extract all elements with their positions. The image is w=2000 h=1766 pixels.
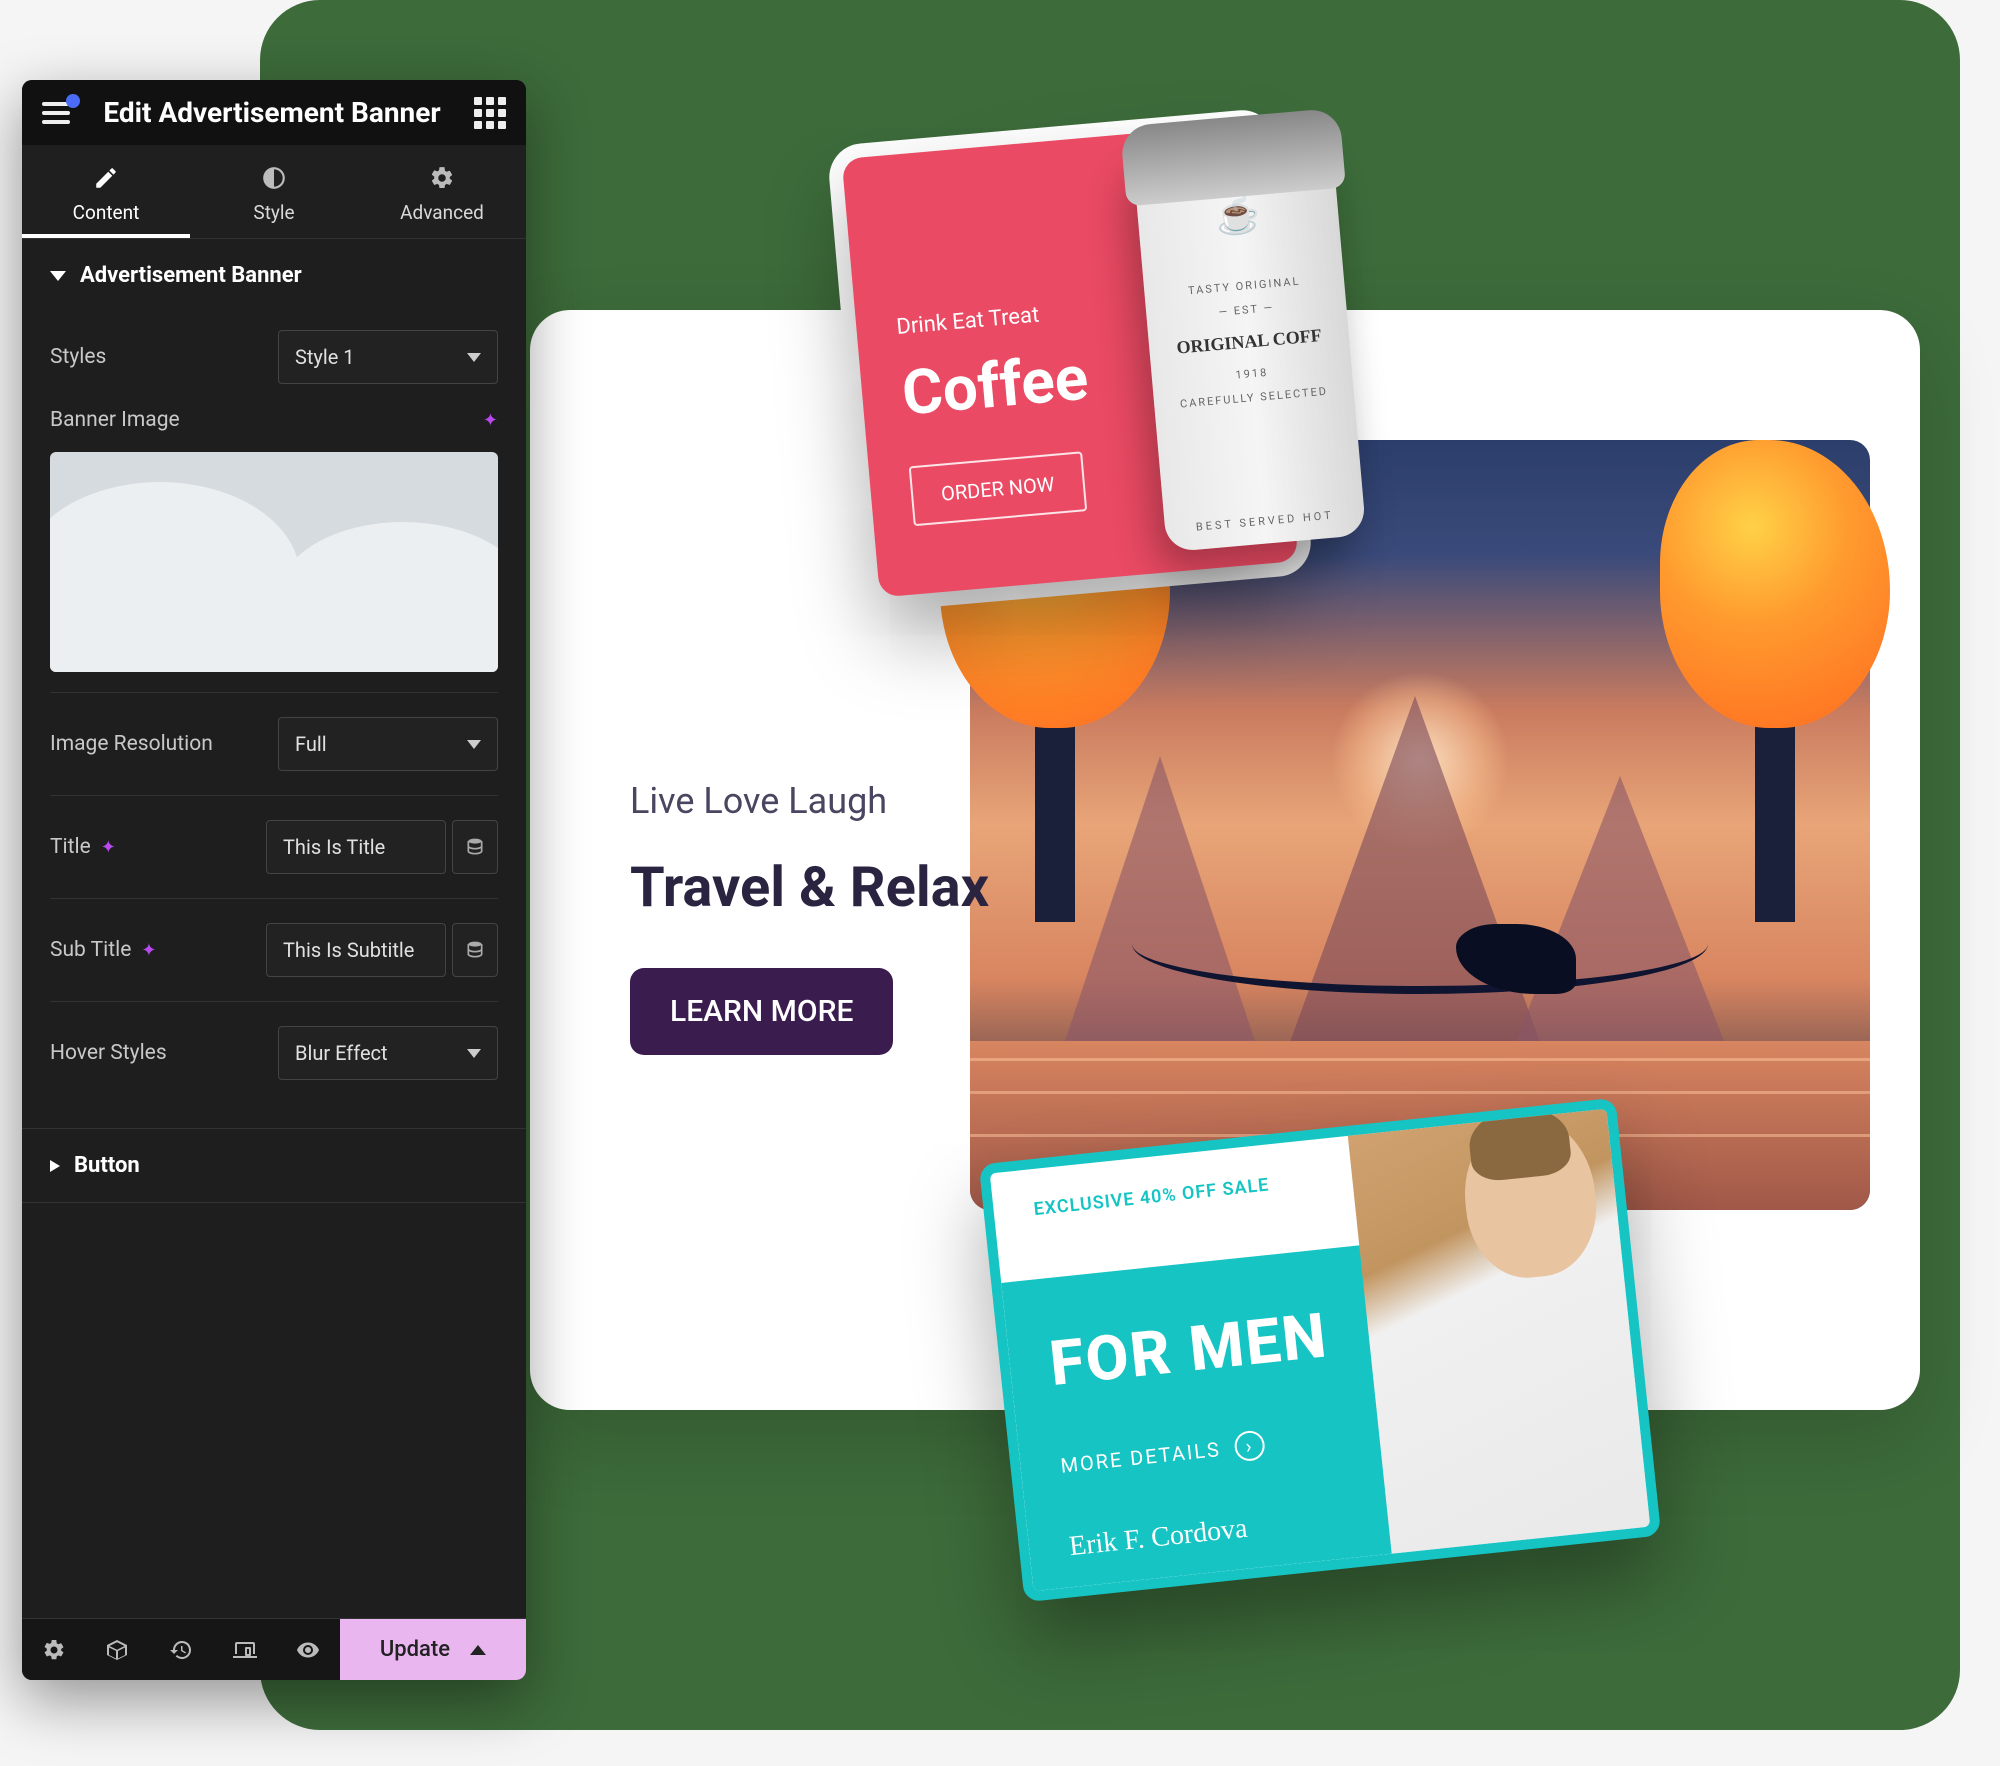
styles-value: Style 1 [295,345,355,369]
chevron-down-icon [467,740,481,749]
styles-select[interactable]: Style 1 [278,330,498,384]
update-label: Update [380,1637,450,1662]
tree-right-illustration [1660,440,1890,920]
travel-title: Travel & Relax [630,854,989,920]
cup-brand: ORIGINAL COFF [1148,314,1351,371]
subtitle-label: Sub Title ✦ [50,938,156,962]
section-advertisement-banner[interactable]: Advertisement Banner [22,238,526,312]
contrast-icon [261,165,287,191]
learn-more-button[interactable]: LEARN MORE [630,968,893,1055]
tab-advanced[interactable]: Advanced [358,145,526,238]
coffee-cup-illustration: ☕ TASTY ORIGINAL — EST — ORIGINAL COFF 1… [1132,136,1366,552]
dynamic-tags-icon[interactable]: ✦ [101,837,116,858]
chevron-down-icon [467,353,481,362]
travel-subtitle: Live Love Laugh [630,780,989,822]
menu-icon[interactable] [42,102,70,124]
chevron-down-icon [50,271,66,281]
pencil-icon [93,165,119,191]
more-details-label: MORE DETAILS [1059,1437,1221,1478]
cup-tagline2: CAREFULLY SELECTED [1179,385,1328,411]
dynamic-tags-icon[interactable]: ✦ [483,410,498,431]
responsive-icon[interactable] [213,1619,277,1680]
editor-panel: Edit Advertisement Banner Content Style … [22,80,526,1680]
dynamic-database-icon[interactable] [452,923,498,977]
apps-grid-icon[interactable] [474,97,506,129]
tab-advanced-label: Advanced [400,201,484,224]
notification-dot [66,94,80,108]
settings-icon[interactable] [22,1619,86,1680]
dynamic-database-icon[interactable] [452,820,498,874]
banner-image-label: Banner Image [50,408,180,432]
travel-banner-text: Live Love Laugh Travel & Relax LEARN MOR… [630,780,989,1055]
navigator-icon[interactable] [86,1619,150,1680]
section-banner-label: Advertisement Banner [80,263,302,288]
section-button-label: Button [74,1153,140,1178]
image-resolution-label: Image Resolution [50,732,213,756]
coffee-banner-card: Drink Eat Treat Coffee ORDER NOW ☕ TASTY… [842,123,1299,598]
arrow-right-icon: › [1233,1429,1266,1462]
cup-est: EST [1233,303,1259,318]
banner-image-uploader[interactable] [50,452,498,672]
image-resolution-select[interactable]: Full [278,717,498,771]
panel-title: Edit Advertisement Banner [103,96,440,129]
update-button[interactable]: Update [340,1619,526,1680]
gear-icon [429,165,455,191]
cup-year: 1918 [1235,366,1269,382]
order-now-button[interactable]: ORDER NOW [909,451,1087,526]
editor-tabs: Content Style Advanced [22,145,526,238]
section-button[interactable]: Button [22,1128,526,1203]
more-details-button[interactable]: MORE DETAILS › [1059,1429,1266,1480]
subtitle-input[interactable]: This Is Subtitle [266,923,446,977]
tab-style-label: Style [253,201,294,224]
chevron-up-icon [470,1645,486,1655]
hover-styles-select[interactable]: Blur Effect [278,1026,498,1080]
cup-footer: BEST SERVED HOT [1165,506,1365,536]
chevron-down-icon [467,1049,481,1058]
preview-icon[interactable] [276,1619,340,1680]
hover-styles-label: Hover Styles [50,1041,167,1065]
for-men-banner-card: EXCLUSIVE 40% OFF SALE FOR MEN MORE DETA… [979,1098,1661,1602]
chevron-right-icon [50,1160,60,1172]
cup-tagline: TASTY ORIGINAL [1188,275,1301,298]
tab-content[interactable]: Content [22,145,190,238]
styles-label: Styles [50,345,106,369]
dynamic-tags-icon[interactable]: ✦ [141,940,156,961]
signature-text: Erik F. Cordova [1068,1513,1249,1564]
tab-content-label: Content [73,201,140,224]
tab-style[interactable]: Style [190,145,358,238]
title-input[interactable]: This Is Title [266,820,446,874]
history-icon[interactable] [149,1619,213,1680]
title-label: Title ✦ [50,835,116,859]
model-photo [1344,1098,1662,1594]
hover-styles-value: Blur Effect [295,1041,388,1065]
image-resolution-value: Full [295,732,327,756]
